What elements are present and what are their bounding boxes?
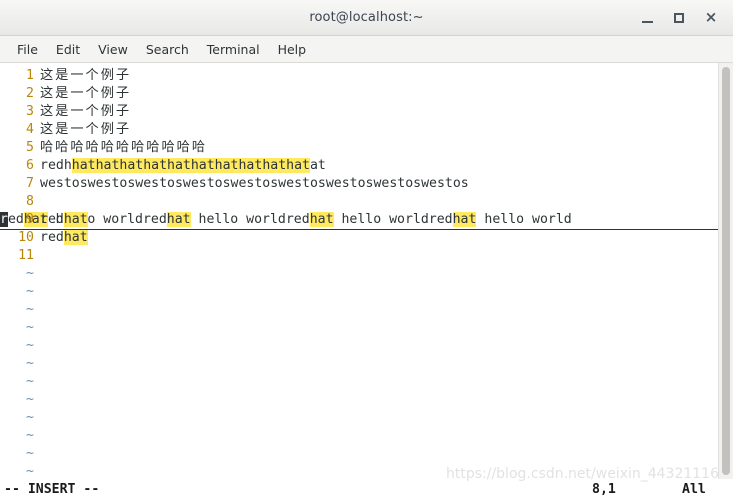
search-match-highlight: hat xyxy=(166,212,191,227)
line-text: 这是一个例子 xyxy=(40,122,132,137)
line-text: 哈哈哈哈哈哈哈哈哈哈哈 xyxy=(40,140,208,155)
search-match-highlight: hat xyxy=(309,212,334,227)
empty-line-marker-row: ~ xyxy=(0,427,718,445)
line-text: hello worldred xyxy=(333,212,453,227)
tilde-icon: ~ xyxy=(26,428,34,443)
tilde-icon: ~ xyxy=(26,464,34,479)
menu-item-edit[interactable]: Edit xyxy=(47,39,89,60)
editor-line[interactable]: 11 xyxy=(0,247,718,265)
menu-bar: File Edit View Search Terminal Help xyxy=(0,36,733,63)
line-number: 6 xyxy=(26,158,34,173)
line-number: 9 xyxy=(26,212,34,227)
editor-line[interactable]: 3 这是一个例子 xyxy=(0,103,718,121)
editor-line[interactable]: 2 这是一个例子 xyxy=(0,85,718,103)
tilde-icon: ~ xyxy=(26,338,34,353)
line-text: at xyxy=(309,158,326,173)
editor-line[interactable]: 7 westoswestoswestoswestoswestoswestoswes… xyxy=(0,175,718,193)
line-content: 这是一个例子 xyxy=(40,86,131,101)
line-text: westoswestoswestoswestoswestoswestoswest… xyxy=(40,176,469,191)
line-number: 5 xyxy=(26,140,34,155)
search-match-highlight: hat xyxy=(63,212,88,227)
line-text: 这是一个例子 xyxy=(40,104,132,119)
minimize-button[interactable] xyxy=(631,3,663,33)
line-number: 2 xyxy=(26,86,34,101)
line-content: 这是一个例子 xyxy=(40,122,131,137)
line-number: 10 xyxy=(18,230,34,245)
vim-status-line: -- INSERT -- 8,1 All xyxy=(0,479,733,501)
menu-item-file[interactable]: File xyxy=(8,39,47,60)
search-match-highlight: hat xyxy=(63,230,88,245)
empty-line-marker-row: ~ xyxy=(0,409,718,427)
line-text: hello worldred xyxy=(190,212,310,227)
empty-line-marker-row: ~ xyxy=(0,463,718,479)
editor-line[interactable]: 4 这是一个例子 xyxy=(0,121,718,139)
line-content: 这是一个例子 xyxy=(40,104,131,119)
search-match-highlight: hathathathathathathathathathat xyxy=(71,158,310,173)
line-text: red xyxy=(40,212,64,227)
line-text: red xyxy=(40,230,64,245)
menu-item-view[interactable]: View xyxy=(89,39,137,60)
line-text: redh xyxy=(40,158,72,173)
minimize-icon xyxy=(641,20,653,23)
window-controls: × xyxy=(631,0,727,35)
line-content: 哈哈哈哈哈哈哈哈哈哈哈 xyxy=(40,140,207,155)
menu-item-help[interactable]: Help xyxy=(269,39,316,60)
line-content: redhhathathathathathathathathathatat xyxy=(40,158,326,173)
vertical-scrollbar[interactable] xyxy=(718,63,733,479)
line-content: redhat xyxy=(40,212,88,227)
title-bar: root@localhost:~ × xyxy=(0,0,733,36)
line-content: redhat xyxy=(40,230,88,245)
line-content: westoswestoswestoswestoswestoswestoswest… xyxy=(40,176,469,191)
maximize-button[interactable] xyxy=(663,3,695,33)
terminal-area: 1 这是一个例子 2 这是一个例子 3 这是一个例子 4 这是一个例子 5 哈哈哈哈哈哈哈哈哈哈哈… xyxy=(0,63,733,479)
tilde-icon: ~ xyxy=(26,410,34,425)
status-mode-indicator: -- INSERT -- xyxy=(4,482,100,497)
tilde-icon: ~ xyxy=(26,302,34,317)
tilde-icon: ~ xyxy=(26,446,34,461)
tilde-icon: ~ xyxy=(26,356,34,371)
menu-item-terminal[interactable]: Terminal xyxy=(198,39,269,60)
empty-line-marker-row: ~ xyxy=(0,301,718,319)
empty-line-marker-row: ~ xyxy=(0,445,718,463)
menu-item-search[interactable]: Search xyxy=(137,39,198,60)
close-icon: × xyxy=(704,8,718,26)
editor-line[interactable]: 6 redhhathathathathathathathathathatat xyxy=(0,157,718,175)
tilde-icon: ~ xyxy=(26,392,34,407)
empty-line-marker-row: ~ xyxy=(0,319,718,337)
scrollbar-thumb[interactable] xyxy=(722,67,730,475)
line-number: 7 xyxy=(26,176,34,191)
vim-editor-buffer[interactable]: 1 这是一个例子 2 这是一个例子 3 这是一个例子 4 这是一个例子 5 哈哈哈哈哈哈哈哈哈哈哈… xyxy=(0,63,718,479)
window-title: root@localhost:~ xyxy=(309,10,424,25)
line-number: 11 xyxy=(18,248,34,263)
status-cursor-position: 8,1 xyxy=(592,482,616,497)
tilde-icon: ~ xyxy=(26,374,34,389)
line-number: 1 xyxy=(26,68,34,83)
terminal-window: root@localhost:~ × File Edit View Search Ter… xyxy=(0,0,733,501)
editor-line[interactable]: 10 redhat xyxy=(0,229,718,247)
line-number: 8 xyxy=(26,194,34,209)
editor-line[interactable]: 8 redhat hello worldredhat hello worldred… xyxy=(0,193,718,230)
close-button[interactable]: × xyxy=(695,3,727,33)
line-text: 这是一个例子 xyxy=(40,68,132,83)
tilde-icon: ~ xyxy=(26,320,34,335)
empty-line-marker-row: ~ xyxy=(0,337,718,355)
status-scroll-state: All xyxy=(682,482,706,497)
empty-line-marker-row: ~ xyxy=(0,391,718,409)
empty-line-marker-row: ~ xyxy=(0,283,718,301)
empty-line-marker-row: ~ xyxy=(0,373,718,391)
empty-line-marker-row: ~ xyxy=(0,265,718,283)
line-number: 3 xyxy=(26,104,34,119)
empty-line-marker-row: ~ xyxy=(0,355,718,373)
tilde-icon: ~ xyxy=(26,284,34,299)
editor-line[interactable]: 1 这是一个例子 xyxy=(0,67,718,85)
line-text: 这是一个例子 xyxy=(40,86,132,101)
search-match-highlight: hat xyxy=(452,212,477,227)
line-content: 这是一个例子 xyxy=(40,68,131,83)
tilde-icon: ~ xyxy=(26,266,34,281)
line-number: 4 xyxy=(26,122,34,137)
editor-line[interactable]: 5 哈哈哈哈哈哈哈哈哈哈哈 xyxy=(0,139,718,157)
line-text: hello world xyxy=(476,212,572,227)
maximize-icon xyxy=(674,12,684,23)
